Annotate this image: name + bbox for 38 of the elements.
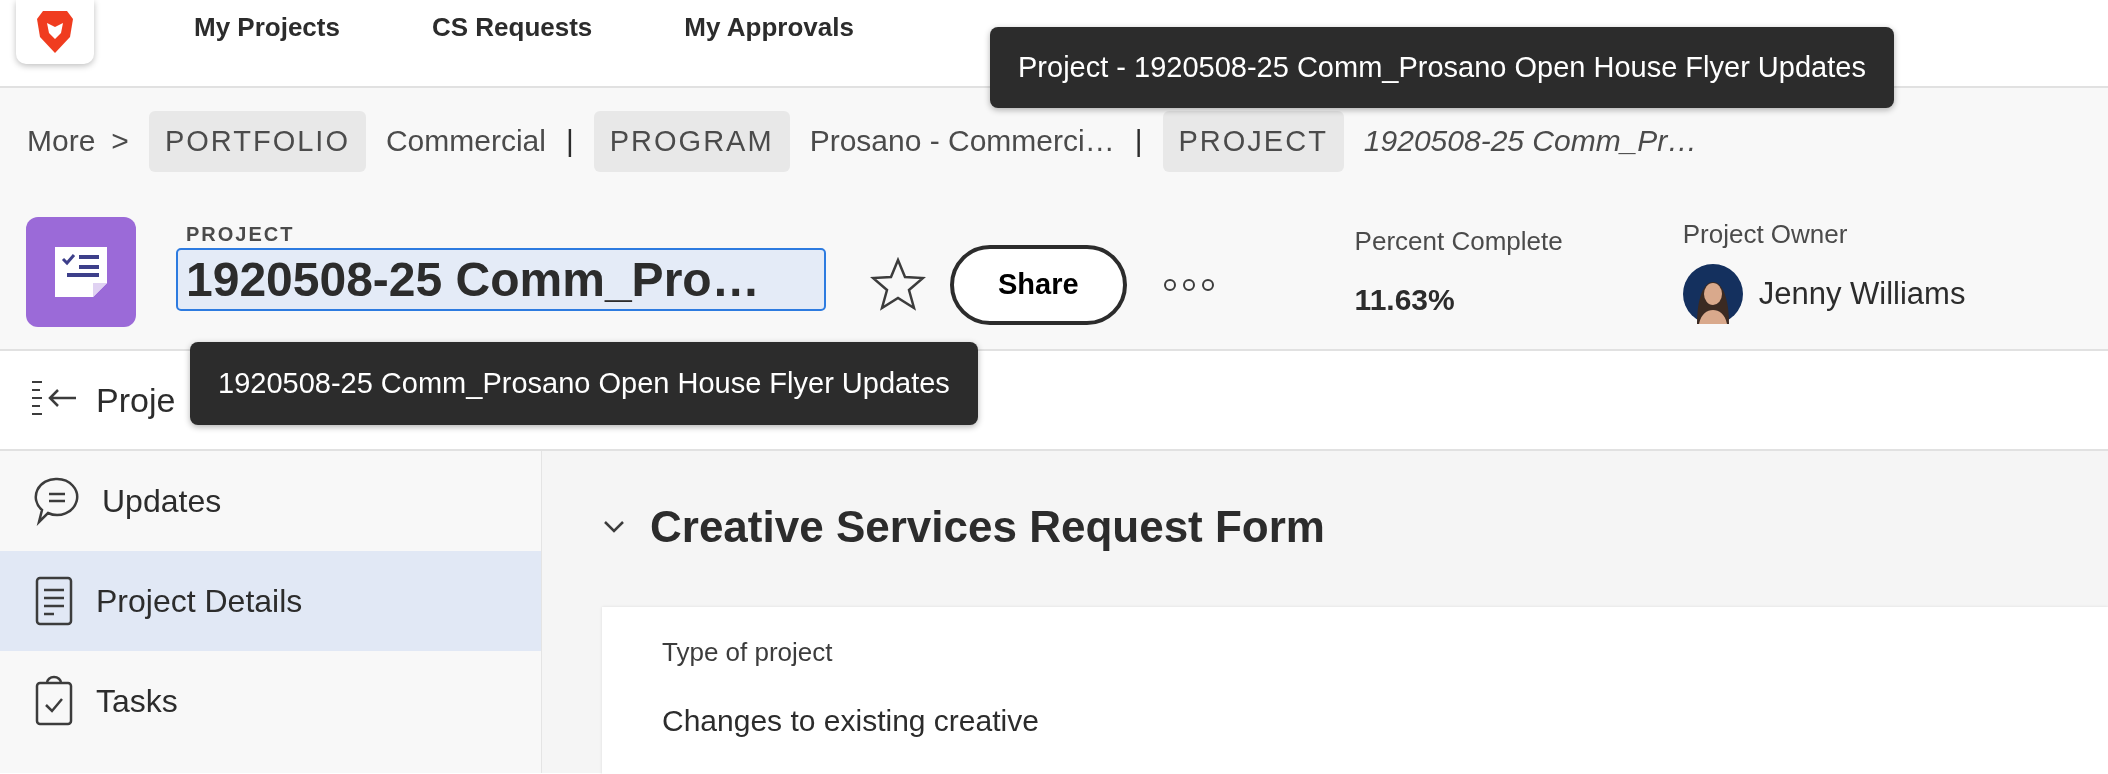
section-title: Creative Services Request Form: [650, 502, 1325, 552]
field-value: Changes to existing creative: [662, 704, 1040, 738]
project-icon: [26, 216, 136, 327]
percent-complete-label: Percent Complete: [1354, 226, 1563, 257]
nav-tab[interactable]: My Projects: [194, 12, 340, 43]
clipboard-check-icon: [34, 675, 74, 727]
tooltip: Project - 1920508-25 Comm_Prosano Open House Flyer Updates: [990, 27, 1894, 108]
nav-tab[interactable]: CS Requests: [431, 12, 593, 43]
sidebar-item[interactable]: Tasks: [0, 651, 541, 751]
panel-title: Proje: [96, 380, 176, 420]
star-icon[interactable]: [870, 256, 926, 311]
breadcrumb-arrow: >: [111, 124, 129, 158]
breadcrumb-type-label: PROGRAM: [593, 110, 790, 172]
field-label: Type of project: [662, 637, 834, 668]
document-icon: [34, 575, 74, 627]
more-options-icon[interactable]: [1162, 277, 1215, 292]
share-button[interactable]: Share: [950, 244, 1127, 325]
chat-bubble-icon: [34, 476, 80, 526]
avatar: [1682, 264, 1743, 324]
breadcrumb-link[interactable]: Prosano - Commerci…: [809, 124, 1115, 158]
more-link[interactable]: More: [27, 124, 96, 158]
project-title-field[interactable]: 1920508-25 Comm_Pro…: [176, 247, 826, 311]
sidebar-item[interactable]: Updates: [0, 451, 541, 551]
breadcrumb-separator: |: [566, 124, 574, 158]
project-type-label: PROJECT: [186, 222, 296, 246]
breadcrumb-separator: |: [1134, 124, 1143, 158]
breadcrumb-type-label: PORTFOLIO: [148, 110, 366, 172]
app-logo[interactable]: [16, 0, 94, 64]
breadcrumb-current: 1920508-25 Comm_Pr…: [1363, 124, 1698, 158]
nav-tab[interactable]: My Approvals: [684, 12, 854, 43]
percent-complete-value: 11.63%: [1354, 283, 1456, 317]
breadcrumb-link[interactable]: Commercial: [385, 124, 546, 158]
breadcrumb-type-label: PROJECT: [1162, 110, 1344, 172]
chevron-icon[interactable]: [602, 519, 626, 535]
sidebar-item[interactable]: Project Details: [0, 551, 541, 651]
owner-name[interactable]: Jenny Williams: [1758, 276, 1966, 312]
project-owner-label: Project Owner: [1682, 219, 1849, 250]
tooltip: 1920508-25 Comm_Prosano Open House Flyer Updates: [190, 342, 978, 425]
